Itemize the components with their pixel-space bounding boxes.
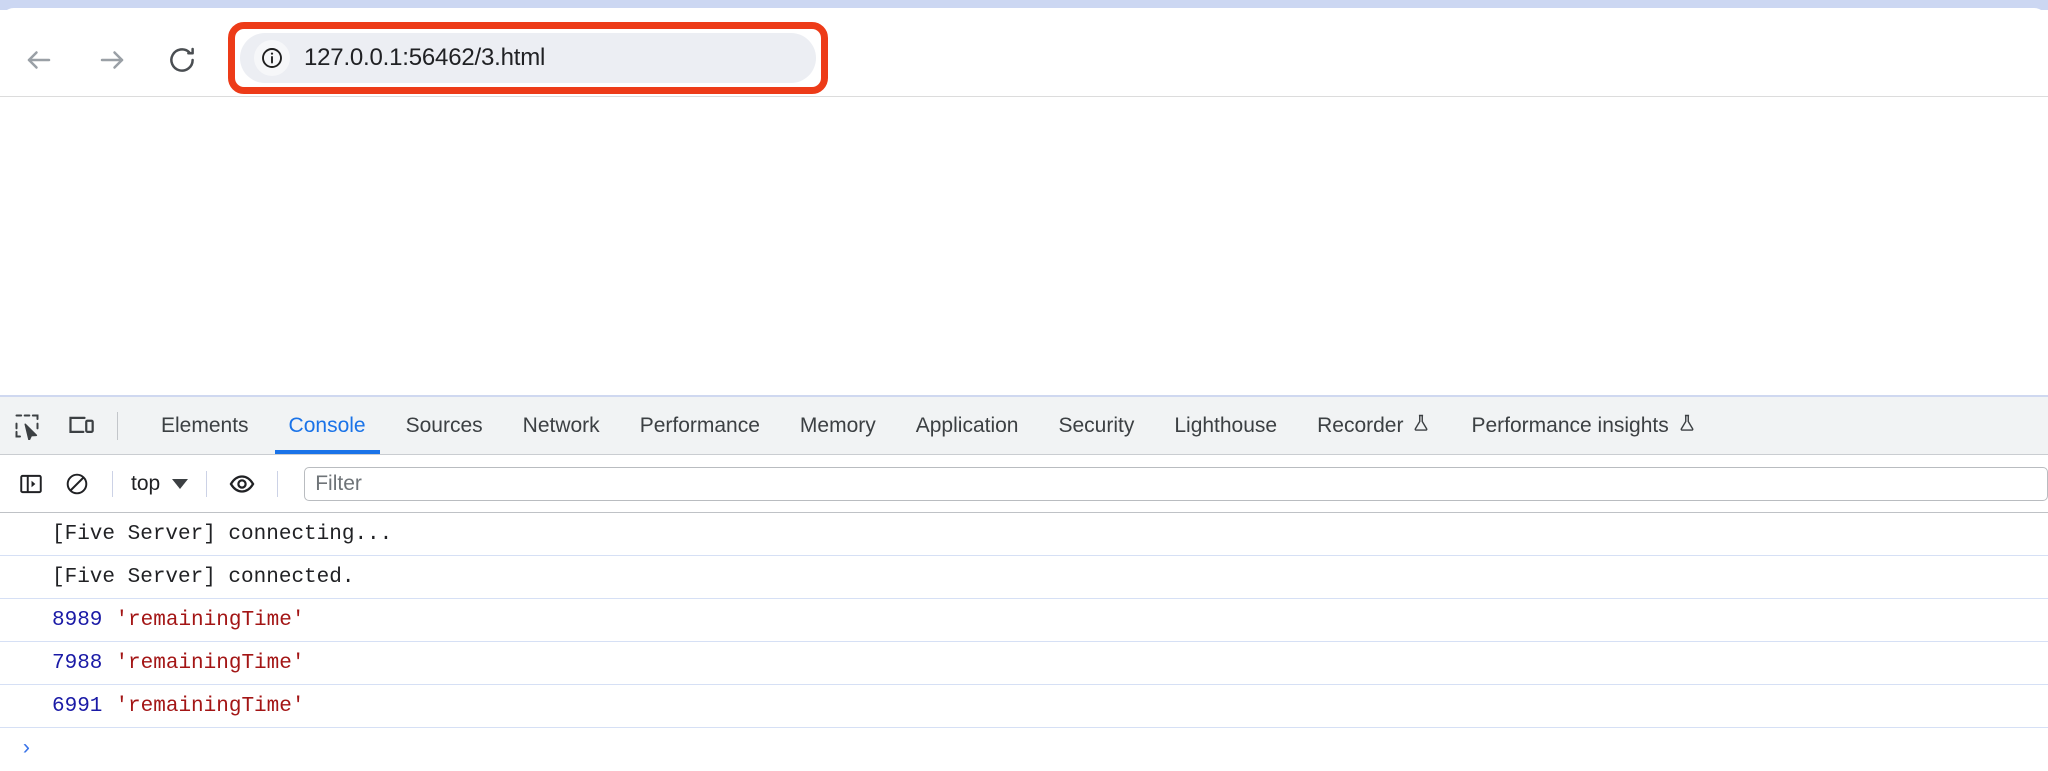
- console-context-selector[interactable]: top: [125, 472, 194, 496]
- address-bar-url[interactable]: 127.0.0.1:56462/3.html: [304, 44, 545, 72]
- devtools-tab-label: Network: [522, 413, 600, 437]
- console-message-row[interactable]: [Five Server] connected.: [0, 556, 2048, 599]
- console-message-row[interactable]: 8989 'remainingTime': [0, 599, 2048, 642]
- devtools-tab-label: Performance: [639, 413, 760, 437]
- devtools-tab-console[interactable]: Console: [269, 397, 386, 454]
- devtools-tabs: Elements Console Sources Network Performance…: [141, 397, 1717, 454]
- address-bar[interactable]: 127.0.0.1:56462/3.html: [240, 33, 816, 83]
- clear-console-icon[interactable]: [54, 461, 100, 507]
- console-message-row[interactable]: [Five Server] connecting...: [0, 513, 2048, 556]
- devtools-tab-network[interactable]: Network: [503, 397, 620, 454]
- devtools-tab-label: Performance insights: [1471, 413, 1669, 437]
- devtools-tab-label: Memory: [799, 413, 876, 437]
- console-message-row[interactable]: 6991 'remainingTime': [0, 685, 2048, 728]
- devtools-tab-lighthouse[interactable]: Lighthouse: [1154, 397, 1297, 454]
- console-message-string: 'remainingTime': [115, 651, 305, 675]
- console-message-string: 'remainingTime': [115, 608, 305, 632]
- devtools-tab-performance-insights[interactable]: Performance insights: [1451, 397, 1716, 454]
- devtools-tab-label: Console: [288, 413, 366, 437]
- console-message-text: [Five Server] connecting...: [52, 522, 393, 546]
- reload-button[interactable]: [155, 33, 209, 87]
- console-message-row[interactable]: 7988 'remainingTime': [0, 642, 2048, 685]
- devtools-tab-memory[interactable]: Memory: [780, 397, 896, 454]
- devtools-tab-label: Elements: [161, 413, 249, 437]
- live-expressions-eye-icon[interactable]: [219, 461, 265, 507]
- devtools-tab-elements[interactable]: Elements: [141, 397, 269, 454]
- devtools-tab-security[interactable]: Security: [1038, 397, 1154, 454]
- console-context-value: top: [131, 471, 161, 495]
- show-console-sidebar-icon[interactable]: [8, 461, 54, 507]
- info-circle-icon[interactable]: [254, 40, 290, 76]
- console-prompt-row[interactable]: ›: [0, 728, 2048, 771]
- devtools-tab-application[interactable]: Application: [896, 397, 1039, 454]
- toolbar-divider: [277, 470, 279, 497]
- devtools-tab-label: Lighthouse: [1174, 413, 1278, 437]
- device-toolbar-icon[interactable]: [54, 397, 108, 454]
- devtools-panel: Elements Console Sources Network Performance…: [0, 395, 2048, 771]
- console-message-list: [Five Server] connecting... [Five Server]…: [0, 513, 2048, 771]
- forward-button[interactable]: [85, 33, 139, 87]
- page-content-area: [0, 97, 2048, 395]
- devtools-tab-label: Application: [915, 413, 1019, 437]
- toolbar-divider: [112, 470, 113, 497]
- console-filter-input[interactable]: [304, 466, 2048, 501]
- console-message-text: [Five Server] connected.: [52, 565, 355, 589]
- devtools-tab-label: Security: [1058, 413, 1135, 437]
- chevron-down-icon: [172, 478, 189, 489]
- devtools-tab-performance[interactable]: Performance: [620, 397, 780, 454]
- console-message-number: 6991: [52, 694, 103, 718]
- experiment-flask-icon: [1677, 413, 1697, 439]
- console-message-string: 'remainingTime': [115, 694, 305, 718]
- console-toolbar: top: [0, 455, 2048, 513]
- inspect-element-icon[interactable]: [0, 397, 54, 454]
- console-prompt-arrow-icon: ›: [20, 738, 33, 761]
- toolbar-divider: [206, 470, 208, 497]
- toolbar-divider: [117, 411, 118, 440]
- console-message-number: 8989: [52, 608, 103, 632]
- devtools-tab-label: Sources: [405, 413, 483, 437]
- back-button[interactable]: [12, 33, 66, 87]
- console-message-number: 7988: [52, 651, 103, 675]
- devtools-tab-sources[interactable]: Sources: [386, 397, 503, 454]
- browser-window: 127.0.0.1:56462/3.html Elements Console So…: [0, 0, 2048, 771]
- devtools-tab-recorder[interactable]: Recorder: [1297, 397, 1451, 454]
- experiment-flask-icon: [1411, 413, 1431, 439]
- devtools-tab-label: Recorder: [1317, 413, 1404, 437]
- browser-toolbar: 127.0.0.1:56462/3.html: [0, 8, 2048, 97]
- devtools-tab-bar: Elements Console Sources Network Performance…: [0, 397, 2048, 455]
